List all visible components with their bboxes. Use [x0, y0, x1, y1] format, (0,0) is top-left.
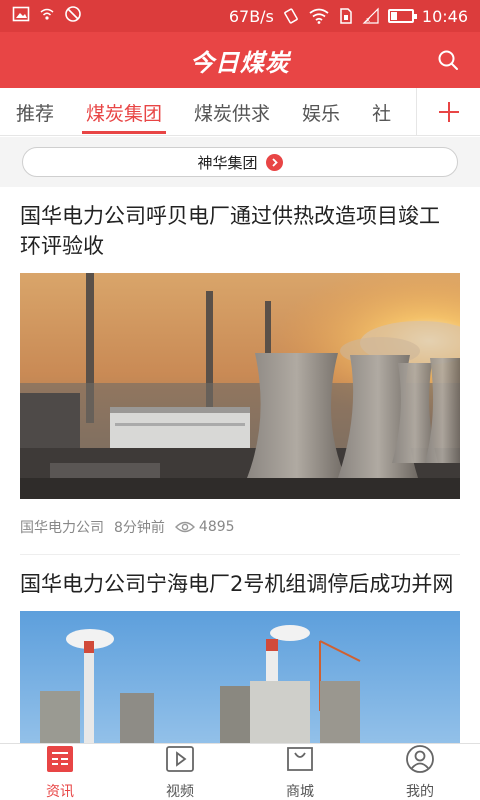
nav-label: 商城: [286, 783, 314, 800]
article-image-power-plant-day[interactable]: [20, 611, 460, 743]
tab-strip: 推荐 煤炭集团 煤炭供求 娱乐社: [0, 88, 416, 136]
tab-1[interactable]: 煤炭集团: [70, 88, 178, 136]
article-image-power-plant-sunset[interactable]: [20, 273, 460, 499]
tab-0[interactable]: 推荐: [0, 88, 70, 136]
search-icon: [438, 50, 458, 70]
tab-2[interactable]: 煤炭供求: [178, 88, 286, 136]
news-icon: [45, 744, 75, 778]
wifi-hotspot-icon: [38, 5, 56, 27]
eye-icon: [174, 521, 195, 532]
subcategory-pill[interactable]: 神华集团: [22, 147, 458, 177]
nav-item-3[interactable]: 我的: [360, 744, 480, 800]
article-views: 4895: [174, 518, 235, 535]
article-source: 国华电力公司: [20, 519, 104, 536]
status-left-icons: [12, 5, 82, 27]
app-header: 今日煤炭: [0, 32, 480, 88]
video-play-icon: [165, 744, 195, 778]
article-card[interactable]: 国华电力公司宁海电厂2号机组调停后成功并网: [0, 555, 480, 743]
profile-icon: [405, 744, 435, 778]
clock: 10:46: [421, 6, 468, 26]
article-card[interactable]: 国华电力公司呼贝电厂通过供热改造项目竣工环评验收 国华电力公司 8分钟前 489…: [0, 187, 480, 555]
search-button[interactable]: [432, 44, 464, 76]
status-right-icons: 67B/s x 10:46: [229, 7, 468, 26]
article-time: 8分钟前: [114, 519, 165, 536]
nav-label: 视频: [166, 783, 194, 800]
news-feed[interactable]: 国华电力公司呼贝电厂通过供热改造项目竣工环评验收 国华电力公司 8分钟前 489…: [0, 187, 480, 743]
category-tabs: 推荐 煤炭集团 煤炭供求 娱乐社: [0, 88, 480, 136]
network-speed: 67B/s: [228, 6, 274, 26]
subcategory-label: 神华集团: [197, 153, 258, 172]
sim-icon: [338, 7, 354, 25]
svg-text:x: x: [366, 16, 370, 24]
status-bar: 67B/s x 10:46: [0, 0, 480, 32]
battery-icon: [387, 9, 417, 23]
nav-label: 我的: [406, 783, 434, 800]
article-title[interactable]: 国华电力公司呼贝电厂通过供热改造项目竣工环评验收: [20, 201, 460, 261]
tab-3[interactable]: 娱乐: [286, 88, 356, 136]
no-signal-icon: x: [362, 7, 380, 25]
app-title: 今日煤炭: [190, 48, 290, 77]
nav-item-0[interactable]: 资讯: [0, 744, 120, 800]
add-channel-button[interactable]: [416, 88, 480, 135]
plus-icon: [438, 101, 459, 122]
article-meta: 国华电力公司 8分钟前 4895: [20, 499, 460, 555]
view-count: 4895: [198, 518, 235, 535]
image-notification-icon: [12, 5, 30, 27]
blocked-icon: [64, 5, 82, 27]
chevron-right-icon: [265, 153, 283, 171]
nav-item-1[interactable]: 视频: [120, 744, 240, 800]
subcategory-bar: 神华集团: [0, 137, 480, 187]
vibrate-icon: [282, 7, 300, 25]
bottom-navigation: 资讯 视频 商城 我的: [0, 743, 480, 800]
battery-level-fill: [390, 12, 397, 20]
wifi-icon: [308, 7, 330, 25]
app-screen: 67B/s x 10:46 今日煤炭 推荐 煤炭集团 煤炭供求 娱乐社 神华集团…: [0, 0, 480, 800]
article-title[interactable]: 国华电力公司宁海电厂2号机组调停后成功并网: [20, 569, 460, 599]
shopping-bag-icon: [285, 744, 315, 778]
tab-fade: [386, 88, 416, 135]
nav-item-2[interactable]: 商城: [240, 744, 360, 800]
nav-label: 资讯: [46, 783, 74, 800]
